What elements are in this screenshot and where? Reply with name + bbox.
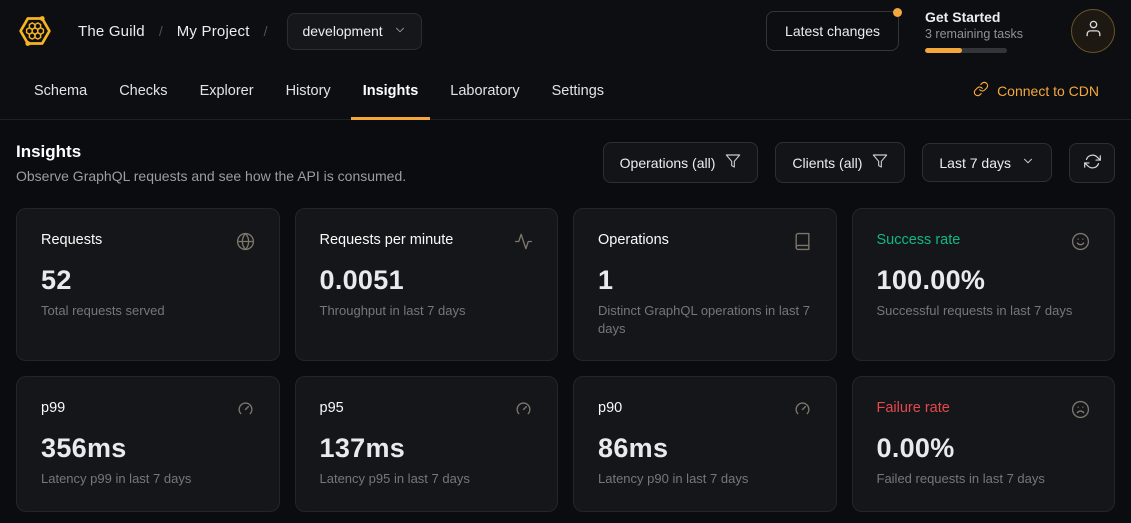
card-description: Throughput in last 7 days — [320, 302, 534, 320]
globe-icon — [236, 232, 255, 256]
breadcrumb-separator: / — [159, 23, 163, 39]
card-title: Failure rate — [877, 400, 950, 416]
stat-card-p90: p90 86ms Latency p90 in last 7 days — [573, 376, 837, 512]
card-value: 1 — [598, 265, 812, 296]
card-title: Requests per minute — [320, 232, 454, 248]
clients-filter-label: Clients (all) — [792, 155, 862, 171]
link-icon — [973, 81, 989, 100]
get-started-progress-fill — [925, 48, 962, 53]
filter-icon — [725, 153, 741, 172]
refresh-icon — [1084, 153, 1101, 173]
card-value: 52 — [41, 265, 255, 296]
user-icon — [1084, 19, 1103, 43]
card-description: Latency p90 in last 7 days — [598, 470, 812, 488]
filter-icon — [872, 153, 888, 172]
book-icon — [793, 232, 812, 256]
card-description: Total requests served — [41, 302, 255, 320]
card-value: 137ms — [320, 433, 534, 464]
get-started-widget[interactable]: Get Started 3 remaining tasks — [925, 9, 1045, 53]
page-header-text: Insights Observe GraphQL requests and se… — [16, 142, 406, 184]
tab-checks[interactable]: Checks — [103, 62, 183, 119]
page-subtitle: Observe GraphQL requests and see how the… — [16, 168, 406, 184]
gauge-icon — [793, 400, 812, 424]
guild-hive-logo-icon[interactable] — [16, 12, 54, 50]
breadcrumb-project[interactable]: My Project — [177, 23, 250, 40]
connect-to-cdn-link[interactable]: Connect to CDN — [973, 62, 1113, 119]
card-description: Latency p95 in last 7 days — [320, 470, 534, 488]
chevron-down-icon — [1021, 154, 1035, 171]
latest-changes-button[interactable]: Latest changes — [766, 11, 899, 51]
card-title: Success rate — [877, 232, 961, 248]
card-value: 0.0051 — [320, 265, 534, 296]
stat-card-failure-rate: Failure rate 0.00% Failed requests in la… — [852, 376, 1116, 512]
stat-cards-grid: Requests 52 Total requests served Reques… — [16, 208, 1115, 512]
card-value: 356ms — [41, 433, 255, 464]
tab-settings[interactable]: Settings — [536, 62, 620, 119]
environment-select[interactable]: development — [287, 13, 421, 50]
activity-icon — [514, 232, 533, 256]
operations-filter-label: Operations (all) — [620, 155, 716, 171]
refresh-button[interactable] — [1069, 143, 1115, 183]
period-select-value: Last 7 days — [939, 155, 1011, 171]
card-value: 0.00% — [877, 433, 1091, 464]
frown-icon — [1071, 400, 1090, 424]
stat-card-operations: Operations 1 Distinct GraphQL operations… — [573, 208, 837, 361]
tab-schema[interactable]: Schema — [18, 62, 103, 119]
chevron-down-icon — [393, 23, 407, 40]
get-started-title: Get Started — [925, 9, 1045, 25]
connect-to-cdn-label: Connect to CDN — [997, 83, 1099, 99]
get-started-subtitle: 3 remaining tasks — [925, 27, 1045, 41]
page-title: Insights — [16, 142, 406, 162]
card-title: Operations — [598, 232, 669, 248]
stat-card-requests: Requests 52 Total requests served — [16, 208, 280, 361]
card-title: p99 — [41, 400, 65, 416]
stat-card-success-rate: Success rate 100.00% Successful requests… — [852, 208, 1116, 361]
get-started-progress — [925, 48, 1007, 53]
card-title: p95 — [320, 400, 344, 416]
stat-card-requests-per-minute: Requests per minute 0.0051 Throughput in… — [295, 208, 559, 361]
latest-changes-label: Latest changes — [785, 23, 880, 39]
avatar[interactable] — [1071, 9, 1115, 53]
top-bar: The Guild / My Project / development Lat… — [0, 0, 1131, 62]
card-title: Requests — [41, 232, 102, 248]
card-description: Successful requests in last 7 days — [877, 302, 1091, 320]
breadcrumb-separator: / — [264, 23, 268, 39]
tab-explorer[interactable]: Explorer — [184, 62, 270, 119]
clients-filter-button[interactable]: Clients (all) — [775, 142, 905, 183]
tab-history[interactable]: History — [270, 62, 347, 119]
stat-card-p99: p99 356ms Latency p99 in last 7 days — [16, 376, 280, 512]
top-bar-right: Latest changes Get Started 3 remaining t… — [766, 9, 1115, 53]
tab-laboratory[interactable]: Laboratory — [434, 62, 535, 119]
tab-list: Schema Checks Explorer History Insights … — [18, 62, 620, 119]
insights-page: Insights Observe GraphQL requests and se… — [0, 120, 1131, 512]
period-select[interactable]: Last 7 days — [922, 143, 1052, 182]
filters: Operations (all) Clients (all) Last 7 da… — [603, 142, 1115, 183]
card-description: Failed requests in last 7 days — [877, 470, 1091, 488]
operations-filter-button[interactable]: Operations (all) — [603, 142, 759, 183]
page-header: Insights Observe GraphQL requests and se… — [16, 142, 1115, 184]
smile-icon — [1071, 232, 1090, 256]
stat-card-p95: p95 137ms Latency p95 in last 7 days — [295, 376, 559, 512]
notification-dot — [893, 8, 902, 17]
card-title: p90 — [598, 400, 622, 416]
environment-select-value: development — [302, 23, 382, 39]
card-value: 86ms — [598, 433, 812, 464]
tab-insights[interactable]: Insights — [347, 62, 435, 119]
card-description: Latency p99 in last 7 days — [41, 470, 255, 488]
card-value: 100.00% — [877, 265, 1091, 296]
breadcrumb-org[interactable]: The Guild — [78, 23, 145, 40]
breadcrumb: The Guild / My Project / development — [16, 12, 422, 50]
gauge-icon — [236, 400, 255, 424]
target-nav: Schema Checks Explorer History Insights … — [0, 62, 1131, 120]
card-description: Distinct GraphQL operations in last 7 da… — [598, 302, 812, 337]
gauge-icon — [514, 400, 533, 424]
